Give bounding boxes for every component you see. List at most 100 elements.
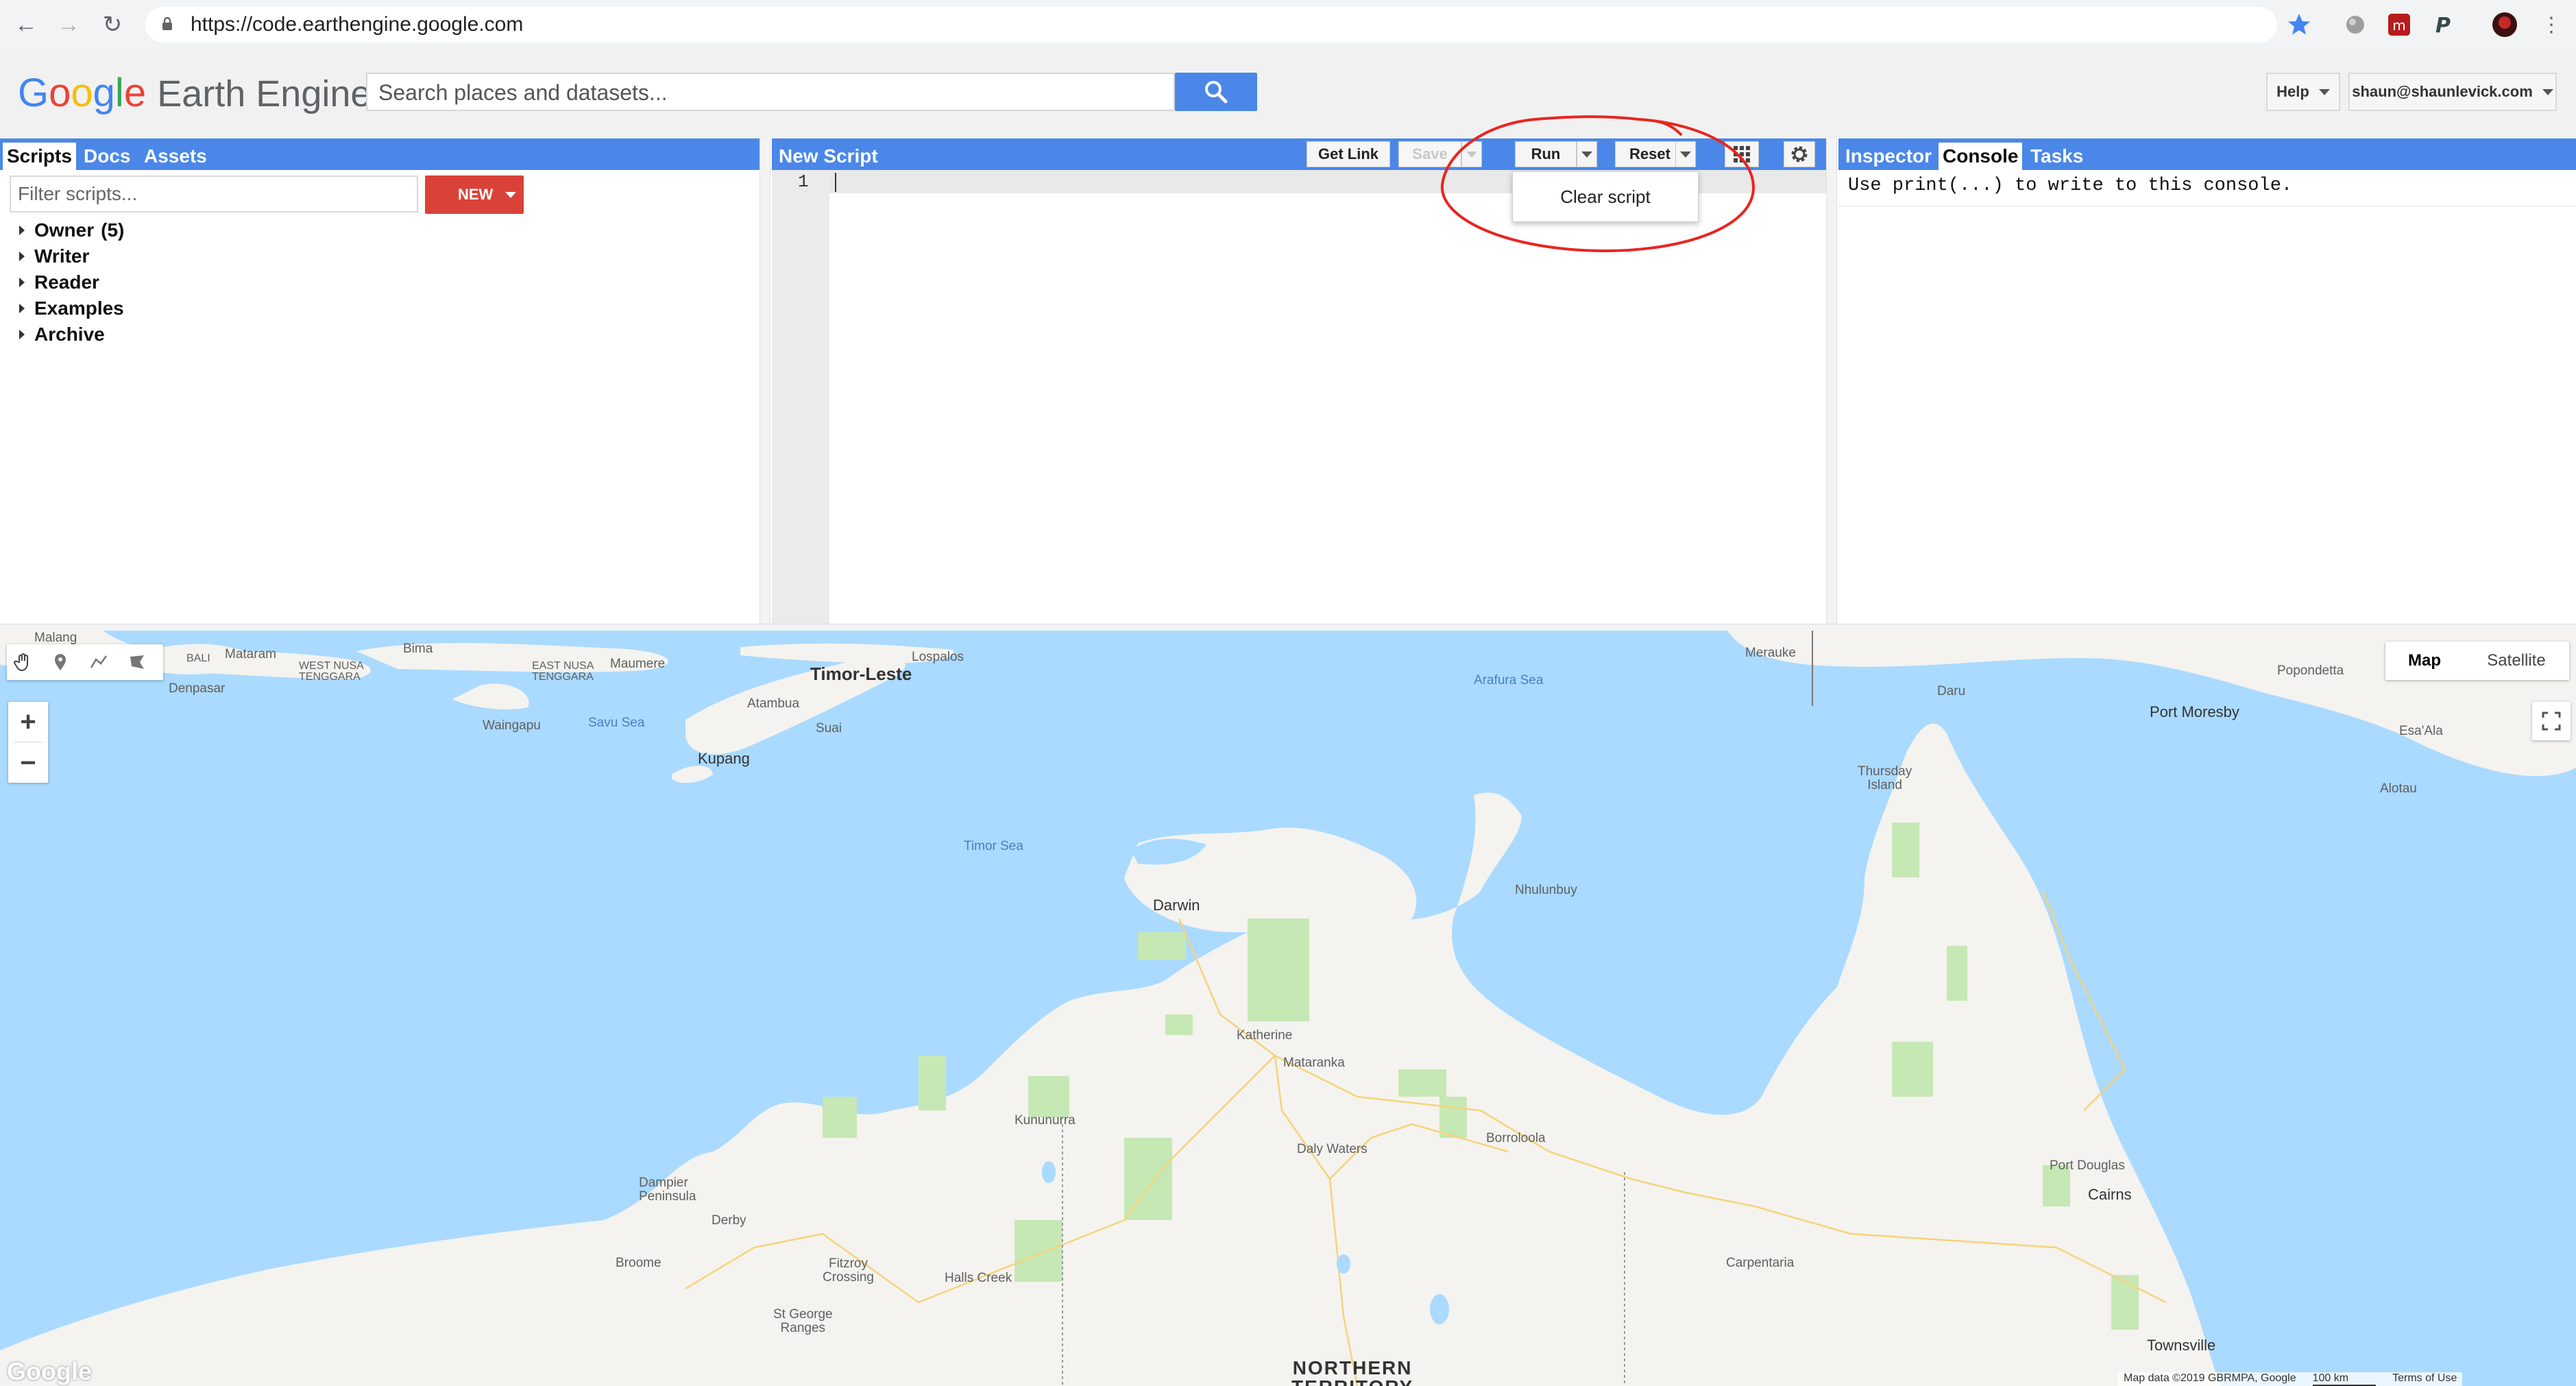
search-button[interactable] (1175, 73, 1257, 111)
zoom-out-button[interactable]: − (8, 743, 48, 783)
map-label: Daly Waters (1297, 1142, 1368, 1156)
expand-arrow-icon (19, 252, 25, 261)
map-label: St George Ranges (773, 1307, 833, 1335)
filter-scripts-input[interactable] (10, 175, 418, 212)
expand-arrow-icon (19, 330, 25, 339)
product-name: Earth Engine (157, 73, 372, 114)
settings-button[interactable] (1784, 141, 1815, 167)
tree-count: (5) (101, 219, 125, 241)
map-label: Timor-Leste (810, 664, 912, 684)
back-icon[interactable]: ← (11, 10, 41, 40)
map-label: Mataram (225, 647, 276, 661)
search-icon (1205, 81, 1228, 104)
map-label: Daru (1937, 684, 1966, 698)
tab-tasks[interactable]: Tasks (2026, 143, 2087, 170)
map-attribution: Map data ©2019 GBRMPA, Google 100 km Ter… (2118, 1372, 2463, 1386)
hand-tool-icon[interactable] (8, 648, 38, 676)
map-type-map-button[interactable]: Map (2385, 642, 2464, 680)
tree-label: Examples (34, 297, 124, 319)
annotation-circle (1440, 115, 1755, 253)
map-label: Mataranka (1283, 1056, 1345, 1070)
tab-scripts[interactable]: Scripts (3, 143, 76, 170)
tree-folder-writer[interactable]: Writer (19, 245, 89, 267)
console-panel: Use print(...) to write to this console. (1838, 170, 2576, 624)
help-label: Help (2276, 83, 2309, 100)
tree-folder-owner[interactable]: Owner (5) (19, 219, 124, 241)
map-label: BALI (186, 653, 210, 664)
map-label: Broome (616, 1256, 661, 1270)
reload-icon[interactable]: ↻ (97, 10, 127, 40)
tree-folder-archive[interactable]: Archive (19, 324, 105, 345)
map-canvas[interactable]: Malang BALI Mataram Bima WEST NUSA TENGG… (0, 631, 2576, 1386)
map-type-toggle: Map Satellite (2385, 642, 2569, 680)
fullscreen-button[interactable] (2532, 702, 2571, 740)
tab-assets[interactable]: Assets (140, 143, 211, 170)
map-label: Katherine (1237, 1028, 1293, 1043)
map-label: Popondetta (2277, 664, 2344, 678)
new-label: NEW (458, 186, 494, 203)
tab-console[interactable]: Console (1939, 143, 2023, 170)
tab-inspector[interactable]: Inspector (1841, 143, 1936, 170)
new-button[interactable]: NEW (425, 175, 524, 214)
console-message: Use print(...) to write to this console. (1848, 175, 2293, 196)
terms-link[interactable]: Terms of Use (2392, 1372, 2457, 1386)
script-title[interactable]: New Script (775, 143, 882, 170)
zoom-control: + − (8, 702, 48, 783)
address-bar[interactable]: https://code.earthengine.google.com (145, 7, 2277, 42)
map-label: Kupang (698, 750, 750, 767)
tree-folder-reader[interactable]: Reader (19, 271, 99, 293)
help-button[interactable]: Help (2266, 73, 2340, 111)
map-label: Savu Sea (588, 716, 645, 730)
extension-mendeley-icon[interactable]: m (2385, 11, 2413, 38)
line-tool-icon[interactable] (84, 648, 114, 676)
get-link-button[interactable]: Get Link (1307, 141, 1390, 167)
marker-tool-icon[interactable] (45, 648, 75, 676)
panel-resize-handle-left[interactable] (760, 138, 770, 624)
map-label: Carpentaria (1726, 1256, 1795, 1270)
map-label: NORTHERN TERRITORY (1291, 1357, 1413, 1386)
map-label: Malang (34, 631, 77, 645)
map-data-credit[interactable]: Map data ©2019 GBRMPA, Google (2124, 1372, 2296, 1386)
gear-icon (1791, 146, 1808, 162)
forward-icon[interactable]: → (53, 10, 84, 40)
text-cursor (835, 173, 836, 192)
map-label: Dampier Peninsula (639, 1176, 696, 1204)
map-label: Townsville (2147, 1337, 2216, 1354)
scale-bar[interactable]: 100 km (2312, 1372, 2377, 1386)
map-label: Kununurra (1014, 1113, 1076, 1128)
search-input[interactable] (377, 74, 1168, 111)
search-box[interactable] (366, 73, 1175, 111)
map-label: Nhulunbuy (1515, 883, 1577, 897)
tree-folder-examples[interactable]: Examples (19, 297, 124, 319)
right-panel-tabbar: Inspector Console Tasks (1838, 138, 2576, 170)
expand-arrow-icon (19, 226, 25, 235)
extension-p-icon[interactable]: P (2429, 11, 2457, 38)
zoom-in-button[interactable]: + (8, 702, 48, 742)
map-label: Halls Creek (945, 1271, 1012, 1285)
map-type-satellite-button[interactable]: Satellite (2464, 642, 2569, 680)
extension-circle-icon[interactable] (2342, 11, 2369, 38)
profile-avatar-icon[interactable] (2491, 11, 2518, 38)
google-watermark: Google (7, 1357, 92, 1385)
map-label: EAST NUSA TENGGARA (532, 660, 594, 683)
tab-docs[interactable]: Docs (80, 143, 134, 170)
map-label: Thursday Island (1858, 764, 1912, 792)
browser-menu-icon[interactable]: ⋮ (2536, 10, 2566, 40)
map-label: Alotau (2380, 781, 2417, 796)
app-logo[interactable]: Google Earth Engine (18, 70, 371, 116)
map-label: Suai (816, 721, 842, 735)
app-header: Google Earth Engine Help shaun@shaunlevi… (0, 49, 2576, 138)
lock-icon (162, 17, 172, 30)
bookmark-star-icon[interactable] (2285, 11, 2313, 38)
map-label: Port Moresby (2150, 703, 2239, 720)
map-label: Lospalos (912, 650, 964, 664)
account-button[interactable]: shaun@shaunlevick.com (2348, 73, 2557, 111)
panel-resize-handle-right[interactable] (1826, 138, 1837, 624)
map-label: Fitzroy Crossing (823, 1256, 874, 1285)
line-number: 1 (798, 171, 809, 192)
account-label: shaun@shaunlevick.com (2352, 83, 2533, 100)
svg-text:P: P (2435, 14, 2451, 38)
polygon-tool-icon[interactable] (122, 648, 152, 676)
map-label: Bima (403, 642, 433, 656)
map-label: Arafura Sea (1474, 673, 1544, 688)
